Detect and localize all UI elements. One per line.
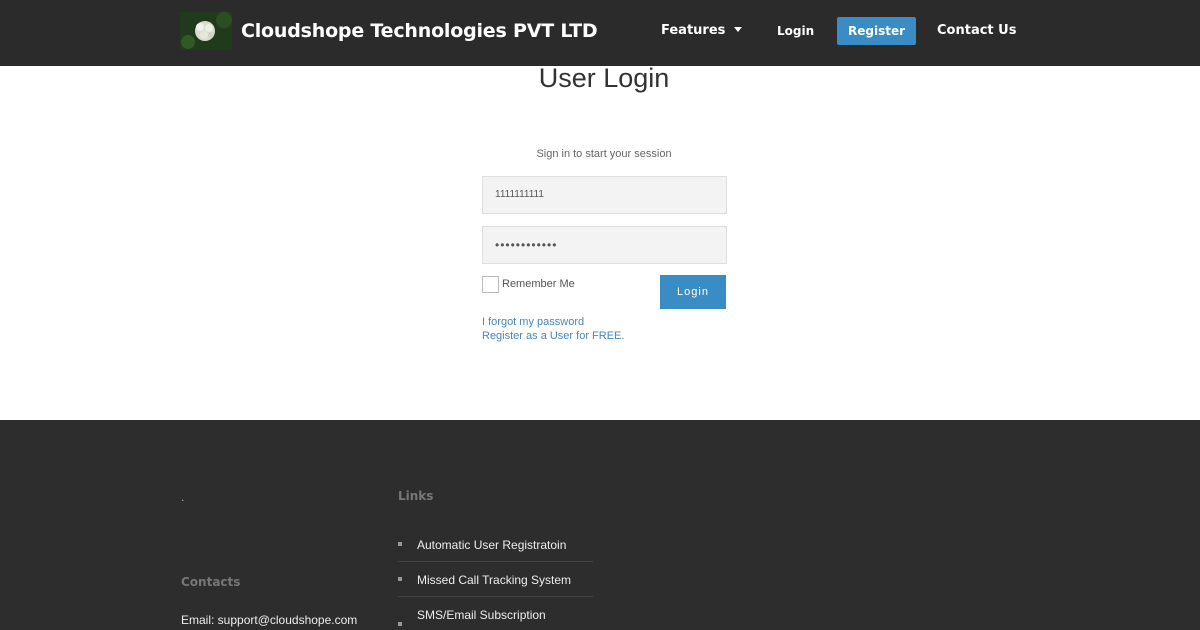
footer-link-label: Automatic User Registratoin [417,538,567,552]
footer-divider [398,596,593,597]
footer: . Links Automatic User Registratoin Miss… [0,420,1200,630]
register-free-link[interactable]: Register as a User for FREE. [482,330,624,342]
footer-divider [398,561,593,562]
footer-contacts-heading: Contacts [181,575,241,589]
remember-me-checkbox[interactable] [482,276,499,293]
bullet-icon [398,577,402,581]
chevron-down-icon [734,27,743,32]
nav-features-dropdown[interactable]: Features [661,23,743,38]
username-input[interactable]: 1111111111 [482,176,727,214]
password-input[interactable]: •••••••••••• [482,226,727,264]
forgot-password-link[interactable]: I forgot my password [482,316,584,328]
nav-features-label: Features [661,23,726,38]
footer-email[interactable]: Email: support@cloudshope.com [181,613,357,627]
footer-link-label: SMS/Email Subscription [417,608,546,622]
footer-links-heading: Links [398,489,434,503]
nav-login-link[interactable]: Login [777,24,814,38]
brand-logo-image[interactable] [180,12,232,50]
footer-link-label: Missed Call Tracking System [417,573,572,587]
brand-name[interactable]: Cloudshope Technologies PVT LTD [241,20,598,42]
remember-me-label[interactable]: Remember Me [502,278,575,290]
nav-register-button[interactable]: Register [837,17,916,45]
nav-contact-link[interactable]: Contact Us [937,23,1016,38]
top-navbar: Cloudshope Technologies PVT LTD Features… [0,0,1200,66]
page-title: User Login [538,63,670,93]
bullet-icon [398,622,402,626]
bullet-icon [398,542,402,546]
footer-dot: . [181,490,185,504]
login-subtitle: Sign in to start your session [536,148,672,160]
login-button[interactable]: Login [660,275,726,309]
